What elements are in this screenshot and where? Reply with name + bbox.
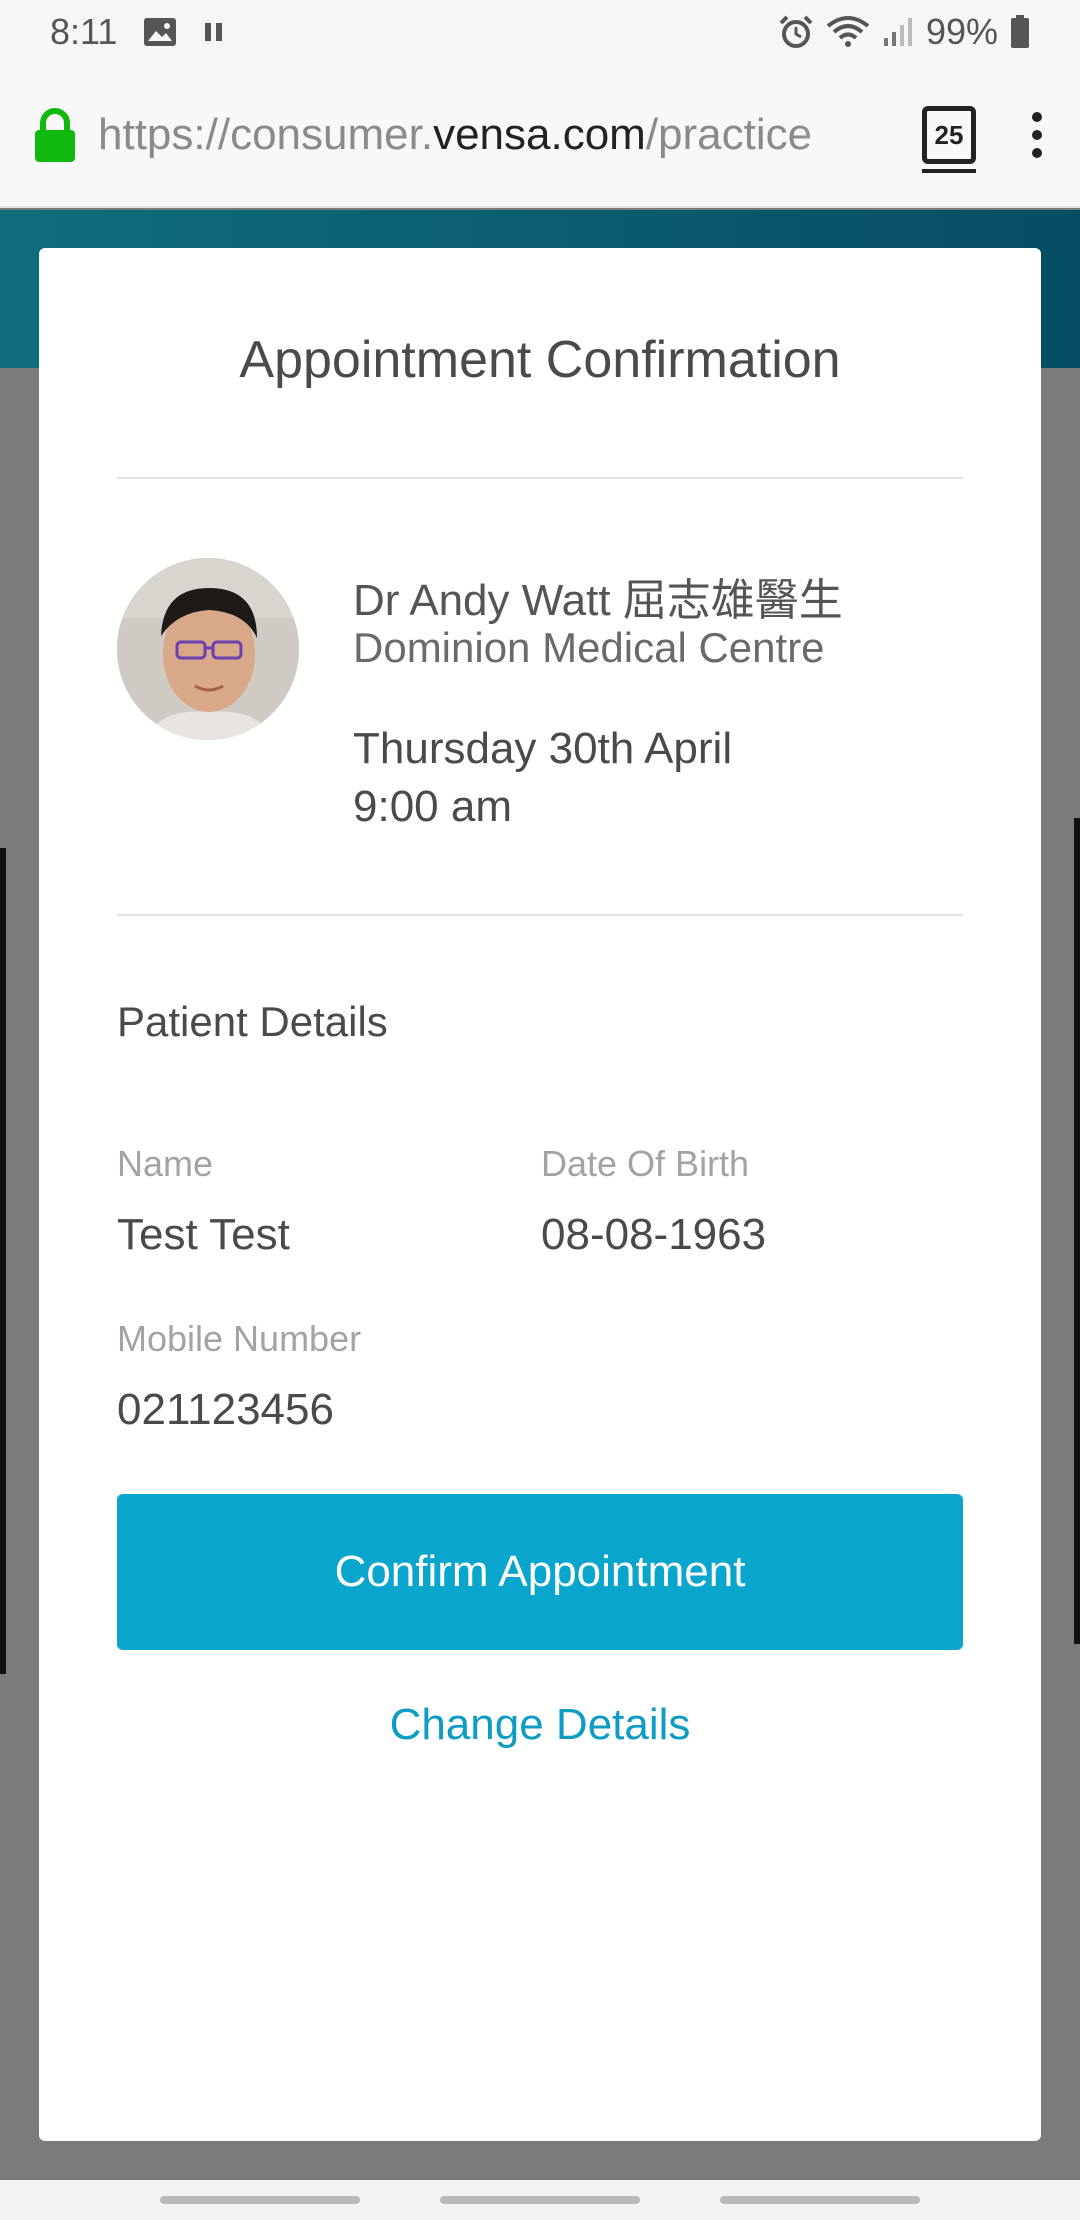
alarm-icon bbox=[778, 14, 814, 50]
appointment-date: Thursday 30th April bbox=[353, 724, 733, 773]
change-details-link[interactable]: Change Details bbox=[39, 1700, 1041, 1750]
status-bar: 8:11 99% bbox=[0, 0, 1080, 64]
url-domain: vensa.com bbox=[433, 110, 646, 159]
mobile-label: Mobile Number bbox=[117, 1318, 362, 1359]
patient-details-heading: Patient Details bbox=[117, 998, 388, 1045]
signal-icon bbox=[882, 16, 914, 48]
url-field[interactable]: https://consumer.vensa.com/practice bbox=[98, 110, 894, 160]
background-edge bbox=[0, 848, 6, 1674]
tab-count: 25 bbox=[934, 119, 964, 150]
battery-percent: 99% bbox=[925, 11, 998, 52]
doctor-avatar bbox=[117, 558, 299, 740]
dob-label: Date Of Birth bbox=[541, 1143, 750, 1184]
tab-switcher-button[interactable]: 25 bbox=[922, 106, 976, 173]
doctor-name: Dr Andy Watt 屈志雄醫生 bbox=[353, 576, 843, 625]
navigation-bar bbox=[0, 2180, 1080, 2220]
confirm-appointment-button[interactable]: Confirm Appointment bbox=[117, 1494, 963, 1650]
divider bbox=[117, 477, 963, 479]
nav-handle[interactable] bbox=[160, 2196, 360, 2204]
appointment-confirmation-modal: Appointment Confirmation Dr Andy Watt 屈志… bbox=[39, 248, 1041, 2141]
appointment-time: 9:00 am bbox=[353, 782, 512, 831]
mobile-value: 021123456 bbox=[117, 1385, 334, 1434]
name-label: Name bbox=[117, 1143, 214, 1184]
browser-toolbar: https://consumer.vensa.com/practice 25 bbox=[0, 64, 1080, 208]
lock-icon bbox=[32, 106, 78, 164]
nav-handle[interactable] bbox=[440, 2196, 640, 2204]
divider bbox=[117, 914, 963, 916]
image-icon bbox=[143, 17, 177, 47]
pause-icon bbox=[203, 21, 225, 43]
nav-handle[interactable] bbox=[720, 2196, 920, 2204]
status-time: 8:11 bbox=[50, 11, 118, 52]
more-menu-icon[interactable] bbox=[1022, 112, 1052, 158]
url-suffix: /practice bbox=[645, 110, 813, 159]
name-value: Test Test bbox=[117, 1210, 290, 1259]
url-prefix: https://consumer. bbox=[98, 110, 434, 159]
dob-value: 08-08-1963 bbox=[541, 1210, 767, 1259]
battery-icon bbox=[1010, 15, 1030, 49]
practice-name: Dominion Medical Centre bbox=[353, 624, 825, 671]
modal-title: Appointment Confirmation bbox=[239, 331, 841, 389]
background-edge bbox=[1074, 818, 1080, 1644]
wifi-icon bbox=[826, 14, 870, 50]
